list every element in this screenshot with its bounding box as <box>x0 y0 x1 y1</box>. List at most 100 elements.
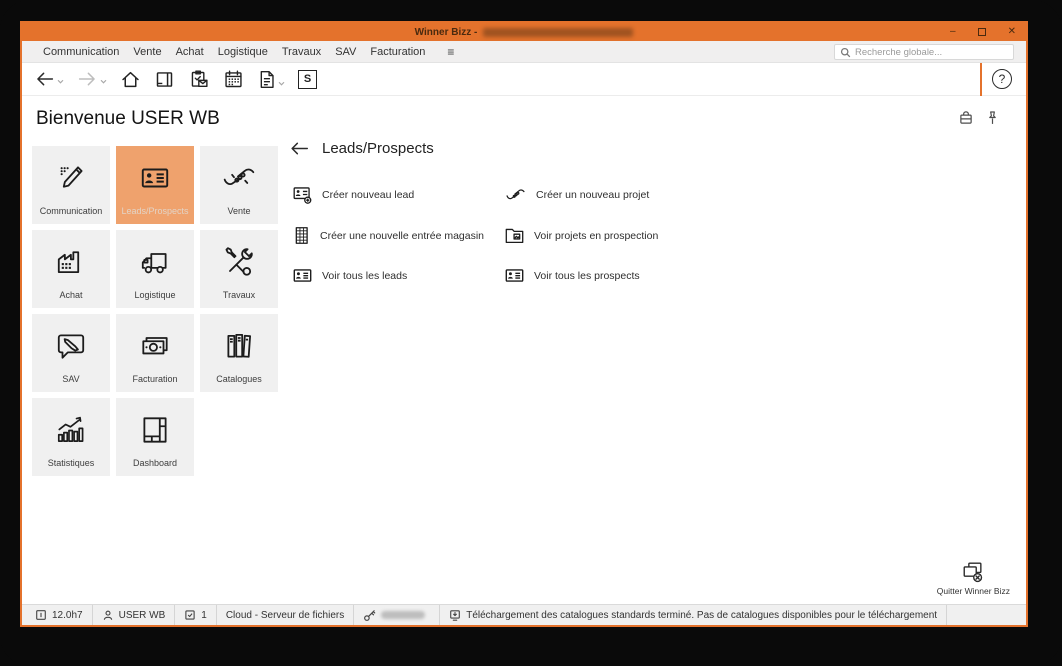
window-controls: – ✕ <box>950 23 1016 41</box>
main-content: Bienvenue USER WB Communication Lea <box>22 96 1026 604</box>
action-label: Voir tous les prospects <box>534 270 640 282</box>
key-icon <box>363 609 376 622</box>
tile-catalogues[interactable]: Catalogues <box>200 314 278 392</box>
status-user: USER WB <box>93 605 176 625</box>
action-creer-nouveau-lead[interactable]: Créer nouveau lead <box>292 184 504 205</box>
pin-icon[interactable] <box>987 110 998 125</box>
tile-facturation[interactable]: Facturation <box>116 314 194 392</box>
action-voir-tous-leads[interactable]: Voir tous les leads <box>292 266 504 285</box>
tile-label: Logistique <box>118 290 192 300</box>
handshake-icon <box>221 161 257 195</box>
menu-bar: Communication Vente Achat Logistique Tra… <box>22 41 1026 63</box>
status-bar: 12.0h7 USER WB 1 Cloud - Serveur de fich… <box>22 604 1026 625</box>
menu-vente[interactable]: Vente <box>126 46 168 58</box>
bar-chart-icon <box>54 413 88 447</box>
tile-sav[interactable]: SAV <box>32 314 110 392</box>
status-text: Téléchargement des catalogues standards … <box>466 610 937 621</box>
action-label: Voir projets en prospection <box>534 230 658 242</box>
menu-facturation[interactable]: Facturation <box>363 46 432 58</box>
forward-button[interactable] <box>77 70 107 88</box>
back-button[interactable] <box>34 70 64 88</box>
panel-layout-icon <box>154 69 175 90</box>
tile-label: Catalogues <box>202 374 276 384</box>
module-tiles: Communication Leads/Prospects Vente Acha… <box>32 146 278 476</box>
download-monitor-icon <box>449 609 461 622</box>
pencil-note-icon <box>54 161 88 195</box>
back-arrow-icon[interactable] <box>290 141 309 156</box>
tile-logistique[interactable]: Logistique <box>116 230 194 308</box>
quit-label: Quitter Winner Bizz <box>937 586 1010 596</box>
toolbar-separator <box>980 63 982 96</box>
menu-achat[interactable]: Achat <box>169 46 211 58</box>
truck-icon <box>138 245 172 279</box>
document-icon <box>257 69 276 90</box>
factory-icon <box>54 245 88 279</box>
user-icon <box>102 609 114 621</box>
panel-title: Leads/Prospects <box>322 140 434 157</box>
hamburger-menu-icon[interactable]: ≡ <box>440 45 461 59</box>
maximize-button[interactable] <box>978 28 986 36</box>
bubble-screwdriver-icon <box>54 329 88 363</box>
menu-logistique[interactable]: Logistique <box>211 46 275 58</box>
folder-image-icon <box>504 226 525 245</box>
tile-dashboard[interactable]: Dashboard <box>116 398 194 476</box>
chevron-down-icon <box>100 79 107 84</box>
tile-label: Travaux <box>202 290 276 300</box>
tile-label: Facturation <box>118 374 192 384</box>
tile-label: Communication <box>34 206 108 216</box>
search-input[interactable] <box>855 47 1008 58</box>
panel-layout-button[interactable] <box>154 69 175 90</box>
home-icon <box>120 69 141 90</box>
tile-leads-prospects[interactable]: Leads/Prospects <box>116 146 194 224</box>
status-license <box>354 605 440 625</box>
dashboard-layout-icon <box>138 413 172 447</box>
tile-travaux[interactable]: Travaux <box>200 230 278 308</box>
app-window: Winner Bizz - – ✕ Communication Vente Ac… <box>20 21 1028 627</box>
handshake-icon <box>504 185 527 205</box>
global-search <box>834 44 1014 60</box>
store-grid-icon <box>292 225 311 246</box>
action-creer-nouveau-projet[interactable]: Créer un nouveau projet <box>504 184 784 205</box>
tile-achat[interactable]: Achat <box>32 230 110 308</box>
page-title: Bienvenue USER WB <box>36 108 220 130</box>
close-button[interactable]: ✕ <box>1008 23 1016 41</box>
s-module-button[interactable]: S <box>298 70 317 89</box>
title-bar: Winner Bizz - – ✕ <box>22 23 1026 41</box>
banknote-icon <box>138 329 172 363</box>
search-icon <box>840 47 851 58</box>
quit-windows-icon <box>960 560 986 584</box>
document-button[interactable] <box>257 69 285 90</box>
action-voir-tous-prospects[interactable]: Voir tous les prospects <box>504 266 784 285</box>
minimize-button[interactable]: – <box>950 23 956 41</box>
quit-button[interactable]: Quitter Winner Bizz <box>937 560 1010 596</box>
calendar-button[interactable] <box>223 69 244 90</box>
tile-communication[interactable]: Communication <box>32 146 110 224</box>
menu-travaux[interactable]: Travaux <box>275 46 328 58</box>
tile-vente[interactable]: Vente <box>200 146 278 224</box>
clipboard-mail-button[interactable] <box>188 69 210 90</box>
tile-statistiques[interactable]: Statistiques <box>32 398 110 476</box>
panel-header: Leads/Prospects <box>290 140 810 157</box>
tile-label: Statistiques <box>34 458 108 468</box>
tile-label: SAV <box>34 374 108 384</box>
help-button[interactable]: ? <box>992 69 1012 89</box>
action-creer-entree-magasin[interactable]: Créer une nouvelle entrée magasin <box>292 225 504 246</box>
chevron-down-icon <box>57 79 64 84</box>
action-label: Voir tous les leads <box>322 270 407 282</box>
menu-communication[interactable]: Communication <box>36 46 126 58</box>
status-message: Téléchargement des catalogues standards … <box>440 605 947 625</box>
save-layout-icon[interactable] <box>959 110 973 125</box>
calendar-icon <box>223 69 244 90</box>
contact-card-icon <box>292 266 313 285</box>
window-title: Winner Bizz - <box>415 27 634 38</box>
contact-card-icon <box>138 161 172 195</box>
back-icon <box>34 70 55 88</box>
status-text: 12.0h7 <box>52 610 83 621</box>
home-button[interactable] <box>120 69 141 90</box>
menu-sav[interactable]: SAV <box>328 46 363 58</box>
tasks-icon <box>184 609 196 621</box>
status-text: 1 <box>201 610 207 621</box>
panel-actions: Créer nouveau lead Créer un nouveau proj… <box>292 184 810 285</box>
toolbar: S ? <box>22 63 1026 96</box>
action-voir-projets-prospection[interactable]: Voir projets en prospection <box>504 225 784 246</box>
